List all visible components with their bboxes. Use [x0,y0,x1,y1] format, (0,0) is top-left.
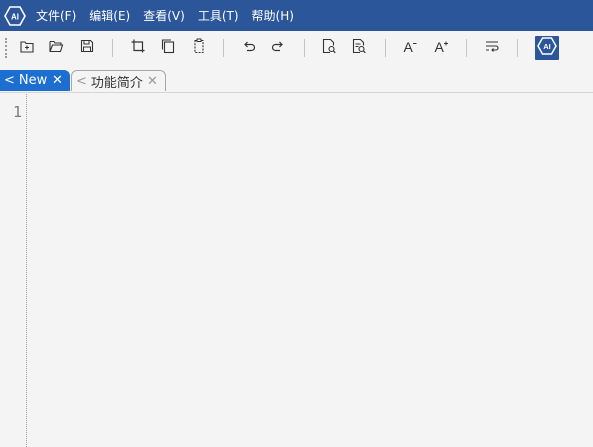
toolbar-separator [517,39,518,57]
word-wrap-icon [484,38,500,58]
line-number-gutter: 1 [0,94,27,447]
tab-label: New [18,73,48,88]
svg-text:A: A [435,39,445,54]
editor-text-area[interactable] [28,94,593,447]
editor: 1 [0,94,593,447]
ai-icon: AI [537,36,557,60]
menu-edit[interactable]: 编辑(E) [89,7,130,24]
tab-label: 功能简介 [90,75,143,91]
word-wrap-button[interactable] [481,37,503,59]
find-button[interactable] [318,37,340,59]
redo-button[interactable] [267,37,289,59]
toolbar-separator [304,39,305,57]
replace-button[interactable] [348,37,370,59]
close-icon[interactable]: ✕ [52,74,63,87]
tab-bar: < New ✕ < 功能简介 ✕ [0,64,593,93]
app-logo-icon: AI [2,3,28,29]
menu-tools[interactable]: 工具(T) [198,7,239,24]
new-file-button[interactable] [16,37,38,59]
font-increase-button[interactable]: A [430,37,452,59]
cut-button[interactable] [127,37,149,59]
open-folder-icon [48,38,64,58]
toolbar-separator [223,39,224,57]
menu-bar: AI 文件(F) 编辑(E) 查看(V) 工具(T) 帮助(H) [0,0,593,31]
main-menu: 文件(F) 编辑(E) 查看(V) 工具(T) 帮助(H) [36,7,307,24]
toolbar-separator [385,39,386,57]
svg-text:AI: AI [11,12,19,21]
menu-file[interactable]: 文件(F) [36,7,76,24]
close-icon[interactable]: ✕ [147,75,158,88]
menu-help[interactable]: 帮助(H) [252,7,294,24]
tab-feature-intro[interactable]: < 功能简介 ✕ [71,70,166,91]
font-decrease-icon: A [402,38,418,58]
svg-text:AI: AI [543,42,551,51]
paste-icon [191,38,207,58]
font-decrease-button[interactable]: A [399,37,421,59]
copy-button[interactable] [157,37,179,59]
redo-icon [270,38,286,58]
svg-text:A: A [404,39,414,54]
tab-prefix: < [4,73,15,88]
tab-new[interactable]: < New ✕ [0,70,70,91]
copy-icon [160,38,176,58]
new-file-icon [19,38,35,58]
undo-button[interactable] [238,37,260,59]
undo-icon [241,38,257,58]
menu-view[interactable]: 查看(V) [143,7,185,24]
open-folder-button[interactable] [45,37,67,59]
cut-icon [130,38,146,58]
tab-prefix: < [76,73,87,89]
font-increase-icon: A [433,38,449,58]
toolbar-separator [466,39,467,57]
save-button[interactable] [76,37,98,59]
save-icon [79,38,95,58]
toolbar-separator [112,39,113,57]
ai-assistant-button[interactable]: AI [535,36,559,60]
find-icon [321,38,337,58]
toolbar-grip[interactable] [5,38,7,58]
paste-button[interactable] [188,37,210,59]
toolbar: A A [0,31,593,64]
replace-icon [351,38,367,58]
line-number: 1 [13,103,23,121]
